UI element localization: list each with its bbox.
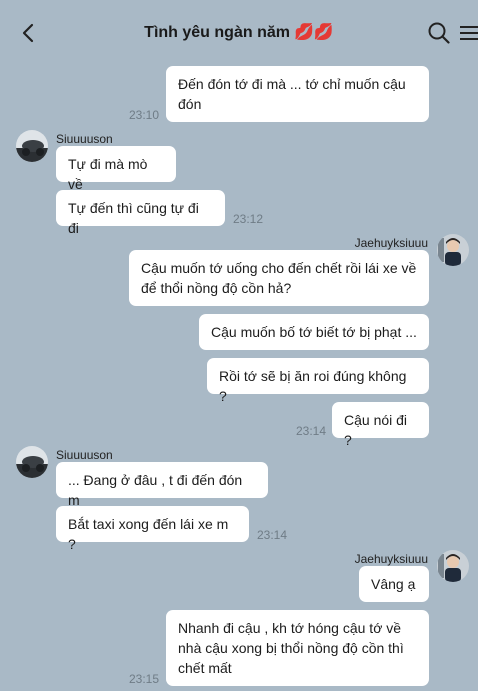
message-time: 23:10 [129,108,160,122]
message-bubble-outgoing[interactable]: Đến đón tớ đi mà ... tớ chỉ muốn cậu đón [166,66,429,122]
message-bubble-outgoing[interactable]: Cậu muốn bố tớ biết tớ bị phạt ... [199,314,429,350]
message-bubble-outgoing[interactable]: Cậu muốn tớ uống cho đến chết rồi lái xe… [129,250,429,306]
message-bubble-incoming[interactable]: Tự đến thì cũng tự đi đi [56,190,225,236]
message-bubble-outgoing[interactable]: Rồi tớ sẽ bị ăn roi đúng không ? [207,358,429,404]
chat-title-text: Tình yêu ngàn năm [144,24,290,41]
message-time: 23:14 [296,424,327,438]
message-bubble-incoming[interactable]: Tự đi mà mò về [56,146,176,192]
sender-name: Jaehuyksiuuu [354,552,428,566]
message-bubble-outgoing[interactable]: Nhanh đi cậu , kh tớ hóng cậu tớ về nhà … [166,610,429,686]
message-bubble-outgoing[interactable]: Vâng ạ [359,566,429,602]
hamburger-menu-icon[interactable] [460,24,478,42]
lips-emoji: 💋💋 [293,24,334,41]
search-icon[interactable] [428,22,450,44]
avatar-jaehuyksiuuu[interactable] [437,234,469,266]
avatar-image [437,234,469,266]
chat-header: Tình yêu ngàn năm 💋💋 [0,0,478,64]
avatar-siuuuuson[interactable] [16,130,48,162]
message-time: 23:12 [233,212,264,226]
avatar-image [16,446,48,478]
avatar-image [16,130,48,162]
avatar-siuuuuson[interactable] [16,446,48,478]
sender-name: Jaehuyksiuuu [354,236,428,250]
avatar-jaehuyksiuuu[interactable] [437,550,469,582]
sender-name: Siuuuuson [56,132,113,146]
message-time: 23:15 [129,672,160,686]
sender-name: Siuuuuson [56,448,113,462]
message-bubble-incoming[interactable]: Bắt taxi xong đến lái xe m ? [56,506,249,552]
message-bubble-outgoing[interactable]: Cậu nói đi ? [332,402,429,448]
message-bubble-incoming[interactable]: ... Đang ở đâu , t đi đến đón m [56,462,268,508]
avatar-image [437,550,469,582]
chat-title: Tình yêu ngàn năm 💋💋 [0,22,478,42]
message-time: 23:14 [257,528,288,542]
